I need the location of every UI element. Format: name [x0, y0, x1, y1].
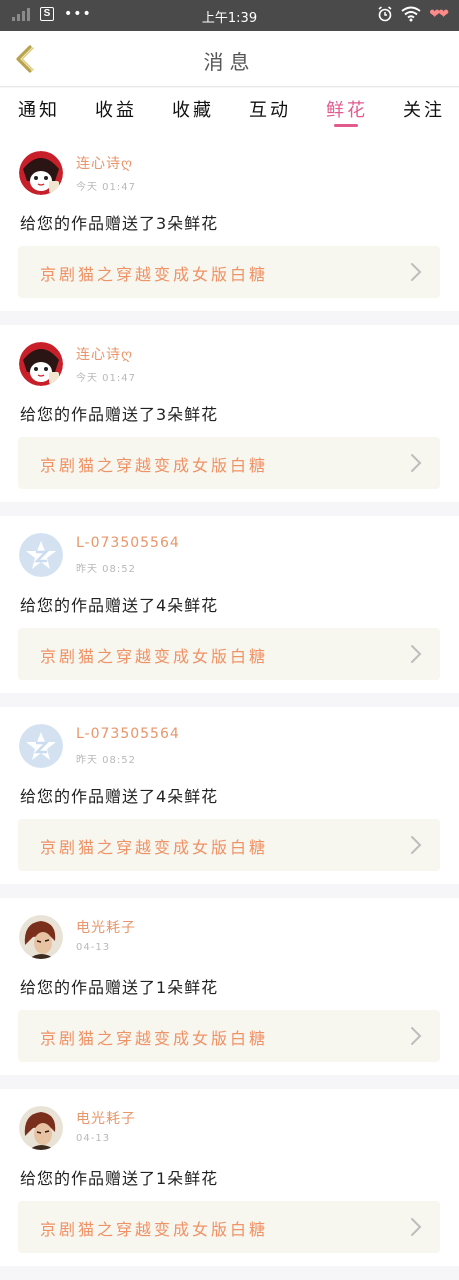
work-title: 京剧猫之穿越变成女版白糖 — [40, 1029, 269, 1048]
tab-favorites[interactable]: 收藏 — [172, 88, 214, 134]
tab-label: 通知 — [18, 100, 60, 121]
message-text: 给您的作品赠送了1朵鲜花 — [20, 1169, 219, 1188]
message-time: 04-13 — [76, 942, 111, 953]
chevron-right-icon — [411, 1218, 422, 1236]
message-text: 给您的作品赠送了3朵鲜花 — [20, 214, 219, 233]
message-card: L-073505564 昨天 08:52 给您的作品赠送了4朵鲜花 京剧猫之穿越… — [0, 516, 459, 693]
work-link[interactable]: 京剧猫之穿越变成女版白糖 — [18, 628, 440, 680]
tab-label: 鲜花 — [326, 100, 368, 121]
tab-follows[interactable]: 关注 — [403, 88, 445, 134]
message-card: L-073505564 昨天 08:52 给您的作品赠送了4朵鲜花 京剧猫之穿越… — [0, 707, 459, 884]
status-bar: S ••• 上午1:39 ❤❤ — [0, 0, 459, 31]
message-card: 连心诗ღ 今天 01:47 给您的作品赠送了3朵鲜花 京剧猫之穿越变成女版白糖 — [0, 134, 459, 311]
status-right: ❤❤ — [377, 6, 449, 22]
tab-interaction[interactable]: 互动 — [249, 88, 291, 134]
username[interactable]: 电光耗子 — [76, 1108, 136, 1128]
work-title: 京剧猫之穿越变成女版白糖 — [40, 1220, 269, 1239]
message-text: 给您的作品赠送了4朵鲜花 — [20, 787, 219, 806]
work-title: 京剧猫之穿越变成女版白糖 — [40, 265, 269, 284]
tab-label: 收益 — [95, 100, 137, 121]
message-card: 连心诗ღ 今天 01:47 给您的作品赠送了3朵鲜花 京剧猫之穿越变成女版白糖 — [0, 325, 459, 502]
work-title: 京剧猫之穿越变成女版白糖 — [40, 456, 269, 475]
avatar[interactable] — [19, 151, 63, 195]
work-link[interactable]: 京剧猫之穿越变成女版白糖 — [18, 246, 440, 298]
tab-earnings[interactable]: 收益 — [95, 88, 137, 134]
message-text: 给您的作品赠送了3朵鲜花 — [20, 405, 219, 424]
chevron-right-icon — [411, 454, 422, 472]
tab-flowers[interactable]: 鲜花 — [326, 88, 368, 134]
username[interactable]: L-073505564 — [76, 726, 180, 742]
work-link[interactable]: 京剧猫之穿越变成女版白糖 — [18, 437, 440, 489]
page-title: 消息 — [203, 50, 256, 74]
message-card: 电光耗子 04-13 给您的作品赠送了1朵鲜花 京剧猫之穿越变成女版白糖 — [0, 1089, 459, 1266]
hearts-icon: ❤❤ — [429, 6, 449, 22]
username[interactable]: 电光耗子 — [76, 917, 136, 937]
avatar[interactable] — [19, 533, 63, 577]
avatar[interactable] — [19, 1106, 63, 1150]
avatar[interactable] — [19, 724, 63, 768]
work-link[interactable]: 京剧猫之穿越变成女版白糖 — [18, 1010, 440, 1062]
message-time: 今天 01:47 — [76, 182, 136, 193]
message-time: 昨天 08:52 — [76, 564, 136, 575]
wifi-icon — [401, 6, 421, 22]
username[interactable]: 连心诗ღ — [76, 153, 133, 173]
chevron-right-icon — [411, 645, 422, 663]
tab-bar: 通知 收益 收藏 互动 鲜花 关注 — [0, 88, 459, 134]
work-title: 京剧猫之穿越变成女版白糖 — [40, 647, 269, 666]
tab-notice[interactable]: 通知 — [18, 88, 60, 134]
message-text: 给您的作品赠送了1朵鲜花 — [20, 978, 219, 997]
tab-label: 关注 — [403, 100, 445, 121]
username[interactable]: L-073505564 — [76, 535, 180, 551]
nav-bar: 消息 — [0, 31, 459, 87]
work-link[interactable]: 京剧猫之穿越变成女版白糖 — [18, 1201, 440, 1253]
message-text: 给您的作品赠送了4朵鲜花 — [20, 596, 219, 615]
active-tab-indicator — [334, 124, 358, 127]
message-time: 04-13 — [76, 1133, 111, 1144]
alarm-icon — [378, 6, 392, 22]
chevron-right-icon — [411, 263, 422, 281]
chevron-right-icon — [411, 1027, 422, 1045]
avatar[interactable] — [19, 342, 63, 386]
work-link[interactable]: 京剧猫之穿越变成女版白糖 — [18, 819, 440, 871]
message-card: 电光耗子 04-13 给您的作品赠送了1朵鲜花 京剧猫之穿越变成女版白糖 — [0, 898, 459, 1075]
work-title: 京剧猫之穿越变成女版白糖 — [40, 838, 269, 857]
tab-label: 互动 — [249, 100, 291, 121]
tab-label: 收藏 — [172, 100, 214, 121]
chevron-right-icon — [411, 836, 422, 854]
message-time: 今天 01:47 — [76, 373, 136, 384]
avatar[interactable] — [19, 915, 63, 959]
username[interactable]: 连心诗ღ — [76, 344, 133, 364]
message-list: 连心诗ღ 今天 01:47 给您的作品赠送了3朵鲜花 京剧猫之穿越变成女版白糖 … — [0, 134, 459, 1280]
message-time: 昨天 08:52 — [76, 755, 136, 766]
